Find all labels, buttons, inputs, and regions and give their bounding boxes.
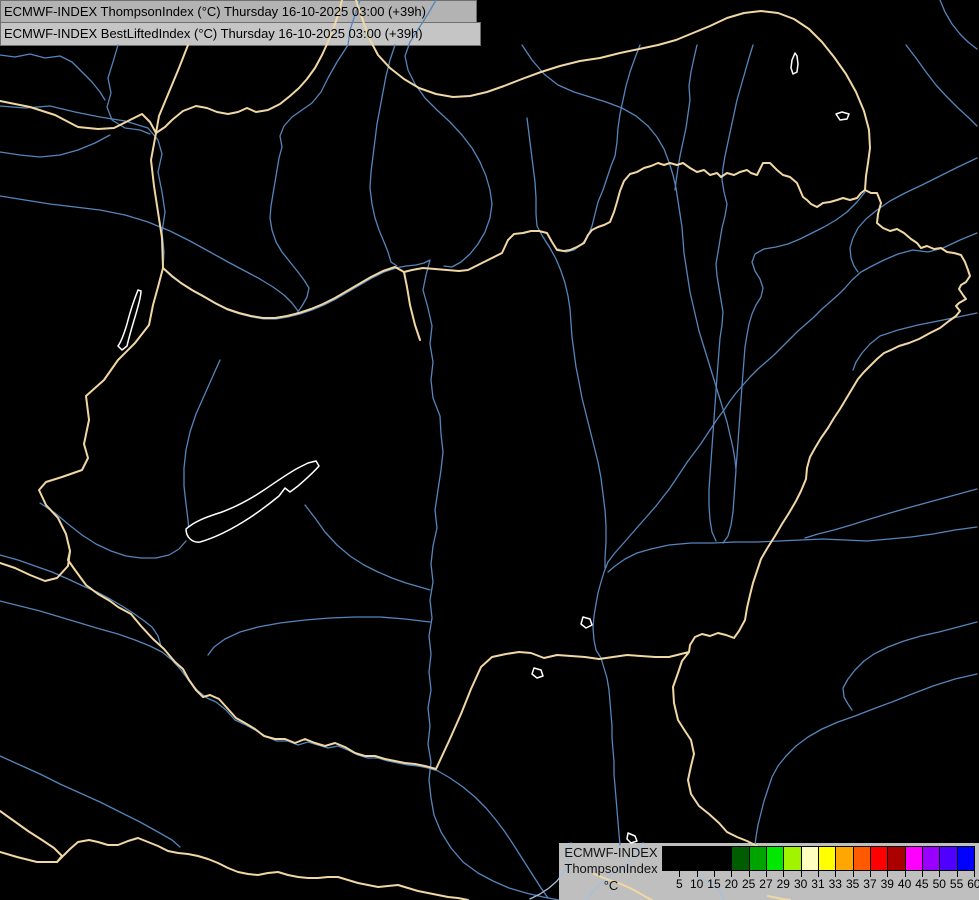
river [736,192,865,468]
legend-color-box [870,846,888,871]
river [558,45,640,252]
map-title-thompson-index: ECMWF-INDEX ThompsonIndex (°C) Thursday … [4,4,426,19]
river [0,196,298,311]
border [404,163,865,272]
river [608,527,977,572]
river [755,674,977,845]
legend-tick [679,870,680,877]
river [843,622,977,710]
country-borders [0,0,970,900]
legend-tick [939,870,940,877]
river [0,555,161,646]
river [522,45,736,543]
legend-tick [905,870,906,877]
lake-balaton [186,461,319,542]
border [0,101,156,133]
border [356,0,970,652]
lake-small-2 [836,112,849,120]
border [156,0,342,133]
border [163,267,420,340]
legend-color-box [853,846,871,871]
legend-tick [922,870,923,877]
legend-color-box [957,846,975,871]
lake-small-1 [791,53,798,74]
legend-tick [783,870,784,877]
legend-color-box [801,846,819,871]
legend-tick [818,870,819,877]
legend-color-box [714,846,732,871]
border [39,45,757,846]
legend-color-box [679,846,697,871]
legend-tick-label: 60 [962,877,979,891]
river [0,601,548,898]
legend-color-box [731,846,749,871]
legend-tick [853,870,854,877]
legend-color-box [662,846,680,871]
legend-tick [714,870,715,877]
legend-color-box [697,846,715,871]
map-canvas [0,0,979,900]
legend-color-box [939,846,957,871]
legend-color-box [905,846,923,871]
river [40,503,186,558]
legend: ECMWF-INDEX ThompsonIndex °C 51015202527… [559,843,979,900]
border [0,838,468,900]
river [0,756,180,847]
river [0,135,110,157]
legend-color-box [766,846,784,871]
river [370,45,397,266]
river [208,617,430,655]
legend-tick [731,870,732,877]
lake-small-3 [581,617,592,628]
river [709,45,753,541]
legend-tick [835,870,836,877]
river [527,118,606,568]
legend-tick [887,870,888,877]
legend-tick [974,870,975,877]
river [0,106,559,900]
legend-tick [870,870,871,877]
legend-color-box [783,846,801,871]
river [305,505,430,590]
map-title-best-lifted-index: ECMWF-INDEX BestLiftedIndex (°C) Thursda… [4,26,423,41]
lake-small-4 [532,668,543,678]
legend-tick [766,870,767,877]
weather-map-app: ECMWF-INDEX ThompsonIndex (°C) Thursday … [0,0,979,900]
legend-tick [801,870,802,877]
legend-title-line2: ThompsonIndex [559,862,663,876]
lake-small-5 [627,833,637,843]
river [940,0,977,49]
rivers [0,0,977,900]
legend-color-box [749,846,767,871]
legend-unit: °C [559,879,663,893]
legend-color-box [835,846,853,871]
river [675,45,697,190]
legend-color-box [887,846,905,871]
legend-tick [749,870,750,877]
river [270,0,360,313]
river [0,54,105,100]
legend-color-box [922,846,940,871]
legend-tick [697,870,698,877]
legend-tick [957,870,958,877]
river [184,360,220,531]
river [906,45,977,126]
legend-title-line1: ECMWF-INDEX [559,846,663,860]
legend-color-box [818,846,836,871]
